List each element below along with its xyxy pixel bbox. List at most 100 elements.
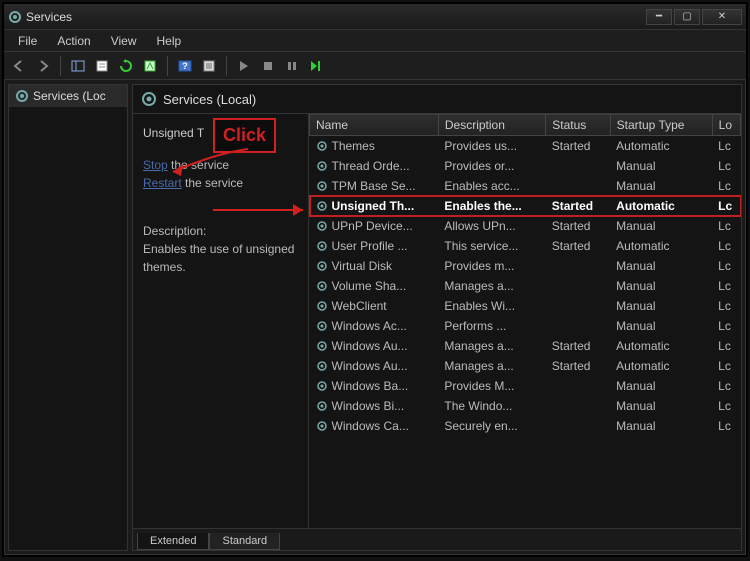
table-row[interactable]: WebClientEnables Wi...ManualLc: [310, 296, 741, 316]
stop-service-button[interactable]: [257, 55, 279, 77]
col-description[interactable]: Description: [438, 115, 545, 136]
back-button[interactable]: [8, 55, 30, 77]
export-button[interactable]: [139, 55, 161, 77]
table-row[interactable]: Windows Ca...Securely en...ManualLc: [310, 416, 741, 436]
menu-view[interactable]: View: [101, 32, 147, 50]
refresh-button[interactable]: [115, 55, 137, 77]
maximize-button[interactable]: ▢: [674, 9, 700, 25]
tree-pane[interactable]: Services (Loc: [8, 84, 128, 551]
service-icon: [316, 380, 328, 392]
cell-logon: Lc: [712, 216, 740, 236]
properties-button-2[interactable]: [198, 55, 220, 77]
table-row[interactable]: TPM Base Se...Enables acc...ManualLc: [310, 176, 741, 196]
titlebar[interactable]: Services ━ ▢ ✕: [4, 4, 746, 30]
description-text: Enables the use of unsigned themes.: [143, 240, 298, 276]
service-icon: [316, 160, 328, 172]
table-row[interactable]: UPnP Device...Allows UPn...StartedManual…: [310, 216, 741, 236]
cell-startup: Automatic: [610, 136, 712, 157]
show-hide-tree-button[interactable]: [67, 55, 89, 77]
close-button[interactable]: ✕: [702, 9, 742, 25]
help-button[interactable]: ?: [174, 55, 196, 77]
cell-status: [546, 156, 610, 176]
cell-description: Enables acc...: [438, 176, 545, 196]
cell-status: [546, 256, 610, 276]
cell-description: Provides M...: [438, 376, 545, 396]
cell-name: Thread Orde...: [310, 156, 439, 176]
table-row[interactable]: Windows Ba...Provides M...ManualLc: [310, 376, 741, 396]
cell-description: Enables the...: [438, 196, 545, 216]
table-row[interactable]: Windows Au...Manages a...StartedAutomati…: [310, 336, 741, 356]
cell-startup: Manual: [610, 416, 712, 436]
cell-logon: Lc: [712, 356, 740, 376]
main-pane: Services (Local) Unsigned T Stop the ser…: [132, 84, 742, 551]
cell-startup: Automatic: [610, 236, 712, 256]
table-row[interactable]: Windows Ac...Performs ...ManualLc: [310, 316, 741, 336]
service-icon: [316, 420, 328, 432]
cell-description: Securely en...: [438, 416, 545, 436]
description-label: Description:: [143, 222, 298, 240]
cell-name: Themes: [310, 136, 439, 157]
cell-startup: Automatic: [610, 336, 712, 356]
service-icon: [316, 260, 328, 272]
cell-startup: Manual: [610, 256, 712, 276]
service-icon: [316, 140, 328, 152]
cell-status: [546, 396, 610, 416]
cell-logon: Lc: [712, 376, 740, 396]
table-row[interactable]: Volume Sha...Manages a...ManualLc: [310, 276, 741, 296]
table-row[interactable]: Windows Au...Manages a...StartedAutomati…: [310, 356, 741, 376]
cell-name: Volume Sha...: [310, 276, 439, 296]
table-row[interactable]: ThemesProvides us...StartedAutomaticLc: [310, 136, 741, 157]
properties-button[interactable]: [91, 55, 113, 77]
cell-name: Windows Ac...: [310, 316, 439, 336]
menu-action[interactable]: Action: [47, 32, 100, 50]
table-row[interactable]: Thread Orde...Provides or...ManualLc: [310, 156, 741, 176]
menu-file[interactable]: File: [8, 32, 47, 50]
cell-description: Allows UPn...: [438, 216, 545, 236]
pause-service-button[interactable]: [281, 55, 303, 77]
cell-startup: Manual: [610, 296, 712, 316]
cell-startup: Automatic: [610, 196, 712, 216]
cell-name: Windows Ca...: [310, 416, 439, 436]
services-table-wrap[interactable]: Name Description Status Startup Type Lo …: [308, 114, 741, 528]
cell-description: This service...: [438, 236, 545, 256]
cell-startup: Manual: [610, 316, 712, 336]
col-status[interactable]: Status: [546, 115, 610, 136]
window: Services ━ ▢ ✕ File Action View Help ?: [2, 2, 748, 557]
cell-name: UPnP Device...: [310, 216, 439, 236]
cell-description: Provides or...: [438, 156, 545, 176]
table-row[interactable]: Windows Bi...The Windo...ManualLc: [310, 396, 741, 416]
cell-name: Windows Ba...: [310, 376, 439, 396]
cell-status: [546, 176, 610, 196]
cell-logon: Lc: [712, 176, 740, 196]
table-row[interactable]: Virtual DiskProvides m...ManualLc: [310, 256, 741, 276]
cell-name: Unsigned Th...: [310, 196, 439, 216]
tab-extended[interactable]: Extended: [137, 533, 209, 550]
window-title: Services: [26, 10, 646, 24]
table-row[interactable]: Unsigned Th...Enables the...StartedAutom…: [310, 196, 741, 216]
service-icon: [316, 360, 328, 372]
body: Services (Loc Services (Local) Unsigned …: [4, 80, 746, 555]
tab-standard[interactable]: Standard: [209, 533, 280, 550]
col-startup[interactable]: Startup Type: [610, 115, 712, 136]
restart-service-button[interactable]: [305, 55, 327, 77]
arrow-annotation-2: [213, 200, 323, 220]
services-icon: [8, 10, 22, 24]
service-icon: [316, 340, 328, 352]
cell-description: Provides us...: [438, 136, 545, 157]
cell-logon: Lc: [712, 236, 740, 256]
services-table[interactable]: Name Description Status Startup Type Lo …: [309, 114, 741, 436]
table-row[interactable]: User Profile ...This service...StartedAu…: [310, 236, 741, 256]
cell-description: Enables Wi...: [438, 296, 545, 316]
cell-status: Started: [546, 216, 610, 236]
stop-link[interactable]: Stop: [143, 158, 168, 172]
cell-name: Windows Au...: [310, 336, 439, 356]
restart-link[interactable]: Restart: [143, 176, 182, 190]
col-logon[interactable]: Lo: [712, 115, 740, 136]
minimize-button[interactable]: ━: [646, 9, 672, 25]
col-name[interactable]: Name: [310, 115, 439, 136]
tree-item-services-local[interactable]: Services (Loc: [9, 85, 127, 107]
cell-status: Started: [546, 196, 610, 216]
menu-help[interactable]: Help: [147, 32, 192, 50]
forward-button[interactable]: [32, 55, 54, 77]
start-service-button[interactable]: [233, 55, 255, 77]
